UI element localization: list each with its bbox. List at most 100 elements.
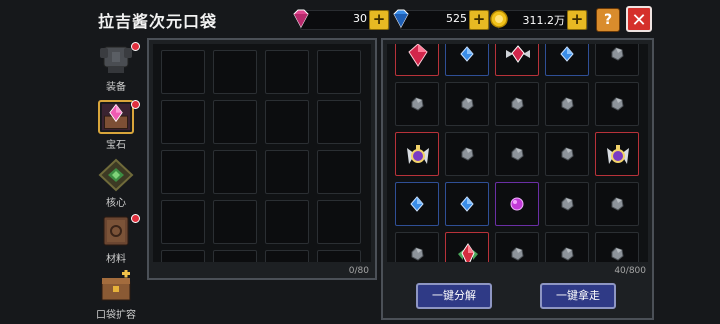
empty-slot[interactable] [213, 200, 257, 244]
empty-slot[interactable] [317, 50, 361, 94]
stone-icon [511, 97, 524, 111]
empty-slot[interactable] [213, 250, 257, 262]
empty-slot[interactable] [161, 150, 205, 194]
stone-icon [411, 97, 424, 111]
stone-icon [561, 97, 574, 111]
equipment-badge [131, 42, 140, 51]
item-slot-winged-amulet[interactable] [395, 132, 439, 176]
blue-gem-icon [560, 46, 574, 62]
item-slot-blue-gem[interactable] [445, 182, 489, 226]
close-button[interactable]: ✕ [626, 6, 652, 32]
stone-icon [561, 197, 574, 211]
stone-icon [561, 147, 574, 161]
backpack-count: 0/80 [348, 266, 369, 276]
item-slot-stone[interactable] [495, 132, 539, 176]
empty-slot[interactable] [265, 50, 309, 94]
help-button[interactable]: ? [596, 8, 620, 32]
purple-gem-icon [510, 197, 524, 211]
sidebar-item-label: 口袋扩容 [96, 310, 136, 321]
item-slot-stone[interactable] [395, 232, 439, 262]
empty-slot[interactable] [265, 250, 309, 262]
blue-gem-icon [410, 196, 424, 212]
blue-gem-icon [460, 196, 474, 212]
add-blue-gem-button[interactable]: + [469, 10, 489, 30]
pink-gem-counter: 30 + [293, 9, 390, 30]
backpack-panel: 0/80 [147, 38, 377, 280]
pink-gem-icon [293, 9, 309, 29]
add-gold-coin-button[interactable]: + [567, 10, 587, 30]
item-slot-crystal-amulet[interactable] [445, 232, 489, 262]
sidebar-item-label: 宝石 [106, 140, 126, 151]
empty-slot[interactable] [161, 50, 205, 94]
empty-slot[interactable] [213, 100, 257, 144]
core-icon [98, 158, 134, 192]
item-slot-stone[interactable] [495, 232, 539, 262]
empty-slot[interactable] [161, 200, 205, 244]
top-bar: 拉吉酱次元口袋 30 + 525 + 311.2万 + ? ✕ [0, 0, 720, 38]
sidebar-item-core[interactable]: 核心 [88, 156, 144, 212]
stone-icon [561, 247, 574, 261]
item-slot-red-gem[interactable] [395, 44, 439, 76]
stone-icon [511, 247, 524, 261]
stone-icon [511, 147, 524, 161]
empty-slot[interactable] [213, 150, 257, 194]
sidebar-item-materials[interactable]: 材料 [88, 212, 144, 268]
item-slot-stone[interactable] [595, 232, 639, 262]
item-slot-stone[interactable] [595, 182, 639, 226]
storage-count: 40/800 [614, 266, 646, 276]
page-title: 拉吉酱次元口袋 [98, 12, 218, 31]
take-all-button[interactable]: 一键拿走 [540, 283, 616, 309]
empty-slot[interactable] [265, 100, 309, 144]
empty-slot[interactable] [161, 250, 205, 262]
empty-slot[interactable] [265, 200, 309, 244]
stone-icon [411, 247, 424, 261]
empty-slot[interactable] [213, 50, 257, 94]
blue-gem-counter: 525 + [393, 9, 490, 30]
pink-gem-value: 30 [353, 12, 367, 25]
chest-expand-icon [101, 270, 131, 301]
item-slot-stone[interactable] [545, 132, 589, 176]
empty-slot[interactable] [265, 150, 309, 194]
stone-icon [611, 47, 624, 61]
gem-chest-icon [98, 100, 134, 134]
material-book-icon [103, 216, 129, 246]
sidebar-item-gems[interactable]: 宝石 [88, 98, 144, 154]
item-slot-stone[interactable] [445, 82, 489, 126]
item-slot-blue-gem[interactable] [395, 182, 439, 226]
item-slot-stone[interactable] [545, 232, 589, 262]
empty-slot[interactable] [317, 100, 361, 144]
sidebar-item-equipment[interactable]: 装备 [88, 40, 144, 96]
dismantle-all-button[interactable]: 一键分解 [416, 283, 492, 309]
armor-icon [100, 46, 132, 73]
empty-slot[interactable] [161, 100, 205, 144]
empty-slot[interactable] [317, 150, 361, 194]
item-slot-winged-red-gem[interactable] [495, 44, 539, 76]
item-slot-stone[interactable] [595, 82, 639, 126]
item-slot-blue-gem[interactable] [545, 44, 589, 76]
item-slot-stone[interactable] [545, 82, 589, 126]
gems-badge [131, 100, 140, 109]
stone-icon [611, 197, 624, 211]
winged-red-gem-icon [506, 45, 530, 63]
storage-grid[interactable] [387, 44, 648, 262]
item-slot-winged-amulet[interactable] [595, 132, 639, 176]
item-slot-stone[interactable] [495, 82, 539, 126]
item-slot-stone[interactable] [595, 44, 639, 76]
item-slot-blue-gem[interactable] [445, 44, 489, 76]
gold-coin-counter: 311.2万 + [490, 10, 588, 30]
sidebar-item-expand[interactable]: 口袋扩容 [88, 268, 144, 324]
winged-amulet-icon [407, 145, 429, 164]
item-slot-stone[interactable] [395, 82, 439, 126]
red-gem-icon [408, 44, 428, 67]
crystal-amulet-icon [458, 243, 478, 262]
empty-slot[interactable] [317, 200, 361, 244]
stone-icon [611, 97, 624, 111]
item-slot-purple-gem[interactable] [495, 182, 539, 226]
gold-coin-icon [490, 10, 508, 28]
add-pink-gem-button[interactable]: + [369, 10, 389, 30]
backpack-grid[interactable] [153, 44, 371, 262]
item-slot-stone[interactable] [545, 182, 589, 226]
item-slot-stone[interactable] [445, 132, 489, 176]
stone-icon [461, 97, 474, 111]
empty-slot[interactable] [317, 250, 361, 262]
